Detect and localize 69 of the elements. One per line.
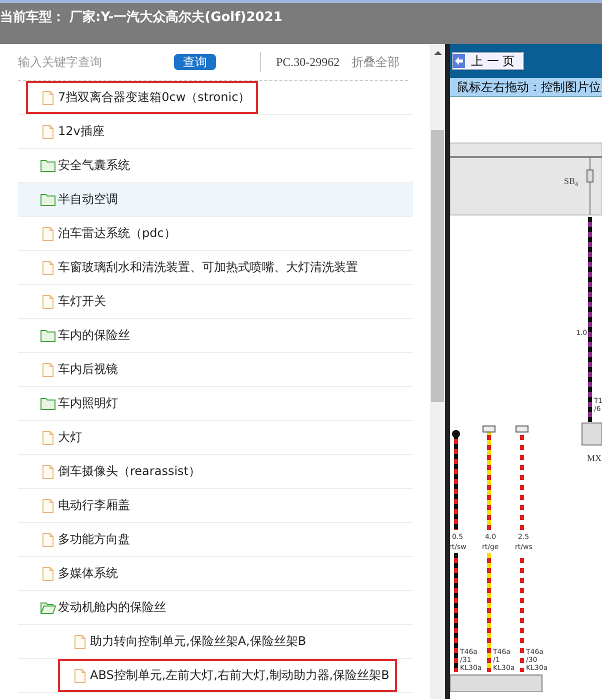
tree-item-label[interactable]: ABS控制单元,左前大灯,右前大灯,制动助力器,保险丝架B <box>90 667 390 684</box>
tree-item-label[interactable]: 大灯 <box>58 429 82 446</box>
document-icon <box>40 260 56 274</box>
fuse-symbol <box>586 156 594 216</box>
document-icon <box>40 362 56 376</box>
document-code: PC.30-29962 <box>276 54 340 70</box>
component-label: MX <box>587 453 602 463</box>
tree-item-label[interactable]: 助力转向控制单元,保险丝架A,保险丝架B <box>90 633 306 650</box>
car-model-title: 当前车型： 厂家:Y-一汽大众高尔夫(Golf)2021 <box>0 8 282 26</box>
folder-icon <box>40 192 56 206</box>
tree-row[interactable]: 7挡双离合器变速箱0cw（stronic） <box>18 81 413 115</box>
open-folder-icon <box>40 600 56 614</box>
tree-item-label[interactable]: 车窗玻璃刮水和清洗装置、可加热式喷嘴、大灯清洗装置 <box>58 259 358 276</box>
document-icon <box>40 566 56 580</box>
tree-item-label[interactable]: 倒车摄像头（rearassist） <box>58 463 200 480</box>
tree-row[interactable]: 电动行李厢盖 <box>18 489 413 523</box>
tree-row[interactable]: 12v插座 <box>18 115 413 149</box>
tree-item-label[interactable]: 7挡双离合器变速箱0cw（stronic） <box>58 89 250 106</box>
tree-item-label[interactable]: 多功能方向盘 <box>58 531 130 548</box>
tree-row[interactable]: 助力转向控制单元,保险丝架A,保险丝架B <box>18 625 413 659</box>
tree-item-label[interactable]: 12v插座 <box>58 123 104 140</box>
tree-item-label[interactable]: 车内后视镜 <box>58 361 118 378</box>
tree-row[interactable]: 发动机舱内的保险丝 <box>18 591 413 625</box>
drag-hint: 鼠标左右拖动：控制图片位 <box>450 78 602 97</box>
document-icon <box>72 634 88 648</box>
tree-item-label[interactable]: 车内的保险丝 <box>58 327 130 344</box>
left-arrow-icon <box>453 54 465 68</box>
wire-terminal <box>516 426 528 432</box>
tree-row[interactable]: 泊车雷达系统（pdc） <box>18 217 413 251</box>
document-icon <box>40 90 56 104</box>
tree-row[interactable]: 倒车摄像头（rearassist） <box>18 455 413 489</box>
search-button[interactable]: 查询 <box>174 54 216 70</box>
tree-item-label[interactable]: 安全气囊系统 <box>58 157 130 174</box>
document-icon <box>40 464 56 478</box>
tree-row[interactable]: 车内后视镜 <box>18 353 413 387</box>
tree-item-label[interactable]: 车内照明灯 <box>58 395 118 412</box>
document-icon <box>72 668 88 682</box>
document-icon <box>40 498 56 512</box>
tree-row[interactable]: 车内的保险丝 <box>18 319 413 353</box>
document-icon <box>40 430 56 444</box>
tree-row[interactable]: ABS控制单元,左前大灯,右前大灯,制动助力器,保险丝架B <box>18 659 413 693</box>
document-icon <box>40 226 56 240</box>
component-block <box>582 422 602 446</box>
tree-item-label[interactable]: 半自动空调 <box>58 191 118 208</box>
tree-row[interactable]: 多媒体系统 <box>18 557 413 591</box>
tree-item-label[interactable]: 车灯开关 <box>58 293 106 310</box>
collapse-all-link[interactable]: 折叠全部 <box>352 54 400 70</box>
tree-row[interactable]: 大灯 <box>18 421 413 455</box>
folder-icon <box>40 328 56 342</box>
fuse-label: SB$_{4}$ <box>564 176 578 188</box>
tree-item-label[interactable]: 电动行李厢盖 <box>58 497 130 514</box>
splice-dot <box>452 430 460 438</box>
tree-row[interactable]: 多功能方向盘 <box>18 523 413 557</box>
tree-row[interactable]: 车内照明灯 <box>18 387 413 421</box>
wire-terminal <box>482 426 496 432</box>
folder-icon <box>40 158 56 172</box>
tree-item-label[interactable]: 发动机舱内的保险丝 <box>58 599 166 616</box>
scrollbar-thumb[interactable] <box>431 130 444 402</box>
document-icon <box>40 124 56 138</box>
folder-icon <box>40 396 56 410</box>
tree-row[interactable]: 车窗玻璃刮水和清洗装置、可加热式喷嘴、大灯清洗装置 <box>18 251 413 285</box>
tree-row[interactable]: 半自动空调 <box>18 183 413 217</box>
document-icon <box>40 532 56 546</box>
tree-item-label[interactable]: 多媒体系统 <box>58 565 118 582</box>
tree-row[interactable]: 车灯开关 <box>18 285 413 319</box>
previous-page-button[interactable]: 上 一 页 <box>452 52 524 70</box>
tree-item-label[interactable]: 泊车雷达系统（pdc） <box>58 225 176 242</box>
scrollbar[interactable] <box>430 44 445 699</box>
document-icon <box>40 294 56 308</box>
